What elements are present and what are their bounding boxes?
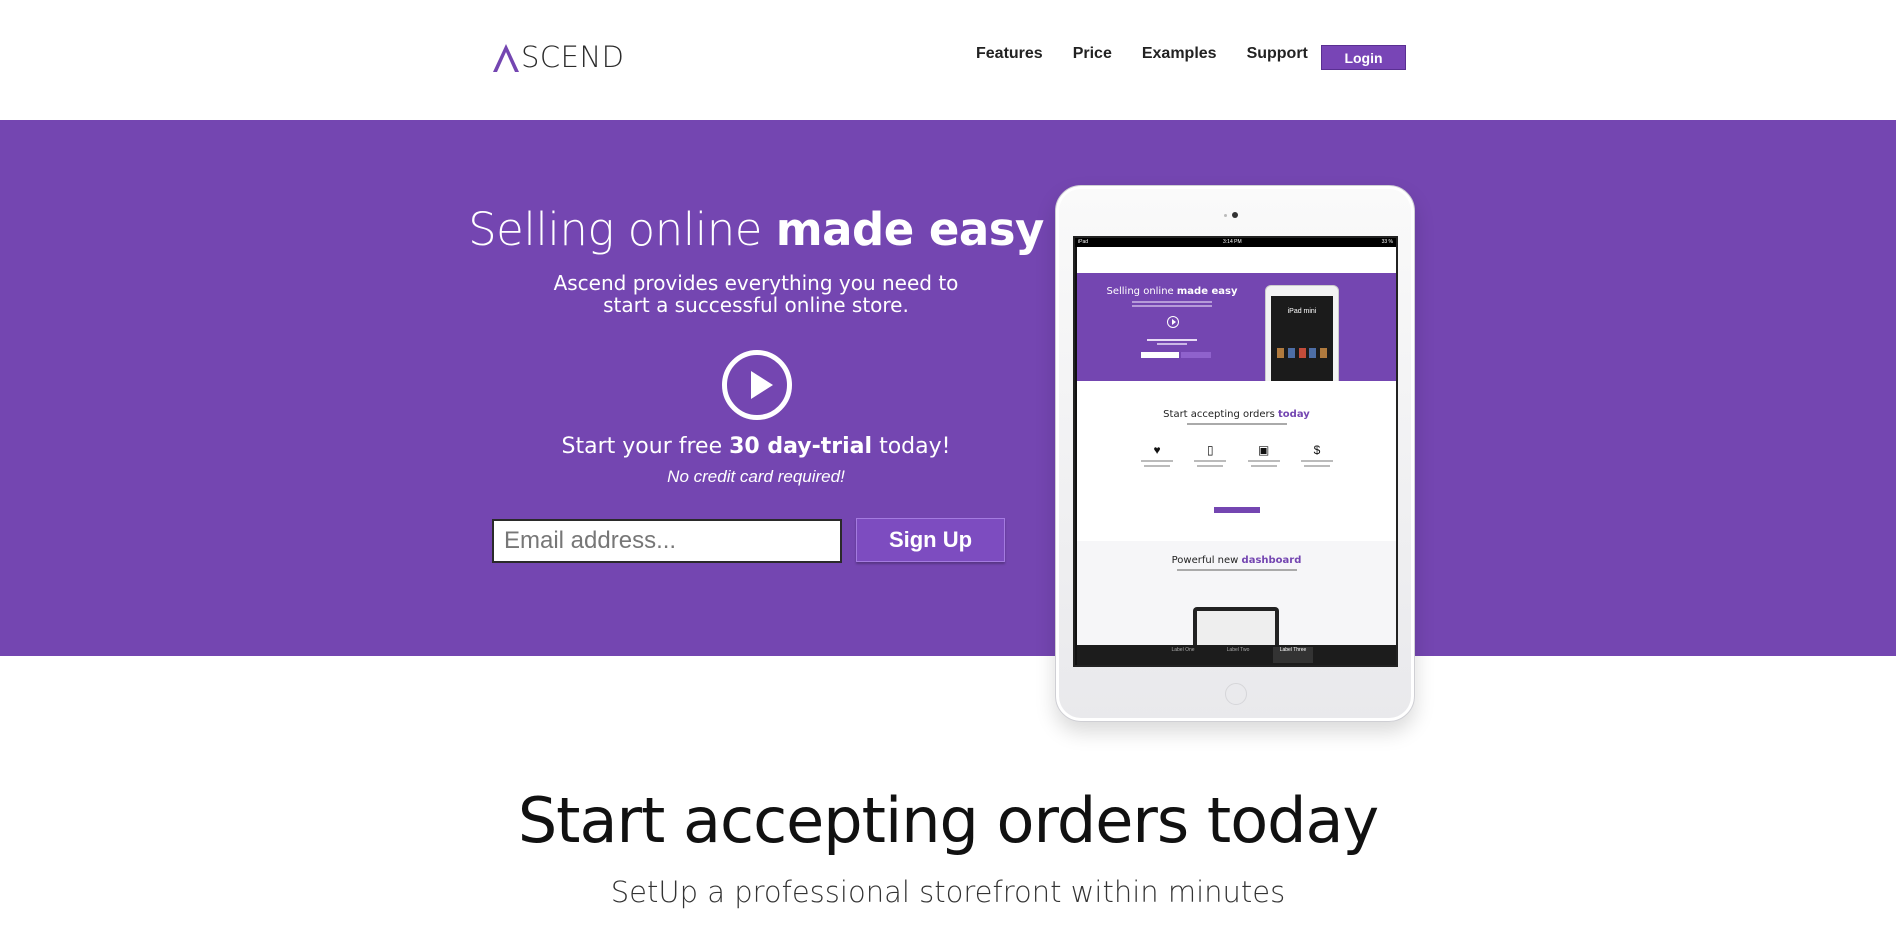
sign-up-button[interactable]: Sign Up — [856, 518, 1005, 562]
preview-trial-line — [1147, 339, 1197, 341]
play-icon — [751, 371, 773, 399]
preview-email-field — [1141, 352, 1179, 358]
lock-icon: ▣ — [1244, 443, 1284, 467]
site-header: SCEND Features Price Examples Support Lo… — [0, 0, 1896, 120]
preview-tab-1: Label One — [1171, 647, 1195, 653]
preview-features-title: Start accepting orders today — [1077, 409, 1396, 420]
device-status-bar: iPad 3:14 PM 33 % — [1075, 238, 1396, 247]
preview-nocard-line — [1157, 343, 1187, 345]
preview-inner-ipad: iPad mini — [1265, 285, 1339, 395]
preview-hero-title: Selling online made easy — [1097, 286, 1247, 297]
preview-header — [1077, 247, 1396, 273]
hero-section — [0, 120, 1896, 656]
preview-book-covers — [1277, 348, 1327, 360]
preview-features-subtitle — [1187, 423, 1287, 425]
preview-features-button — [1214, 507, 1260, 513]
section-title: Start accepting orders today — [517, 784, 1379, 857]
preview-hero-subtitle — [1132, 301, 1212, 309]
hero-subtitle-line-2: start a successful online store. — [603, 293, 909, 317]
preview-tab-2: Label Two — [1226, 647, 1250, 653]
preview-dashboard-device — [1193, 607, 1279, 649]
trial-bold: 30 day-trial — [729, 434, 873, 459]
ipad-screen: iPad 3:14 PM 33 % Selling online made ea… — [1073, 236, 1398, 667]
login-button[interactable]: Login — [1321, 45, 1406, 70]
preview-dashboard-title: Powerful new dashboard — [1077, 555, 1396, 566]
payment-icon: $ — [1297, 443, 1337, 467]
preview-inner-ipad-screen: iPad mini — [1271, 296, 1333, 384]
heart-icon: ♥ — [1137, 443, 1177, 467]
mobile-icon: ▯ — [1190, 443, 1230, 467]
preview-inner-ipad-title: iPad mini — [1287, 308, 1317, 315]
nav-features[interactable]: Features — [976, 45, 1043, 63]
ipad-camera — [1232, 212, 1238, 218]
preview-hero: Selling online made easy iPad mini — [1077, 273, 1396, 395]
hero-subtitle-line-1: Ascend provides everything you need to — [553, 271, 959, 295]
hero-title-bold: made easy — [775, 203, 1045, 256]
preview-hero-title-bold: made easy — [1176, 286, 1238, 297]
trial-prefix: Start your free — [561, 434, 730, 459]
status-device: iPad — [1078, 239, 1089, 245]
preview-dashboard-title-bold: dashboard — [1241, 555, 1302, 566]
logo-text: SCEND — [521, 40, 625, 74]
ipad-mockup-image: iPad 3:14 PM 33 % Selling online made ea… — [1055, 185, 1415, 722]
preview-dashboard-subtitle — [1177, 569, 1297, 571]
logo[interactable]: SCEND — [493, 40, 625, 74]
nav-examples[interactable]: Examples — [1142, 45, 1217, 63]
status-time: 3:14 PM — [1223, 239, 1242, 245]
preview-tab-bar: Label One Label Two Label Three — [1077, 645, 1396, 665]
status-battery: 33 % — [1381, 239, 1393, 245]
hero-title: Selling online made easy — [430, 203, 1082, 256]
hero-title-regular: Selling online — [468, 203, 776, 256]
trial-text: Start your free 30 day-trial today! — [480, 434, 1032, 459]
ipad-sensor — [1224, 214, 1227, 217]
ipad-home-button — [1225, 683, 1247, 705]
nav-support[interactable]: Support — [1247, 45, 1308, 63]
logo-a-icon — [493, 44, 519, 72]
no-credit-card-note: No credit card required! — [667, 467, 845, 486]
trial-suffix: today! — [872, 434, 951, 459]
preview-features-title-regular: Start accepting orders — [1163, 409, 1279, 420]
play-video-button[interactable] — [722, 350, 792, 420]
hero-subtitle: Ascend provides everything you need to s… — [480, 272, 1032, 316]
preview-tab-3: Label Three — [1273, 647, 1313, 663]
main-nav: Features Price Examples Support — [976, 45, 1338, 63]
preview-dashboard-title-regular: Powerful new — [1171, 555, 1242, 566]
preview-features-section: Start accepting orders today ♥ ▯ ▣ $ — [1077, 381, 1396, 541]
section-subtitle: SetUp a professional storefront within m… — [610, 875, 1286, 909]
nav-price[interactable]: Price — [1073, 45, 1112, 63]
preview-feature-icons: ♥ ▯ ▣ $ — [1137, 443, 1337, 467]
preview-play-icon — [1167, 316, 1179, 328]
preview-dashboard-section: Powerful new dashboard — [1077, 541, 1396, 649]
preview-features-title-bold: today — [1278, 409, 1310, 420]
preview-signup-button — [1181, 352, 1211, 358]
email-input[interactable] — [492, 519, 842, 563]
preview-hero-title-regular: Selling online — [1106, 286, 1177, 297]
